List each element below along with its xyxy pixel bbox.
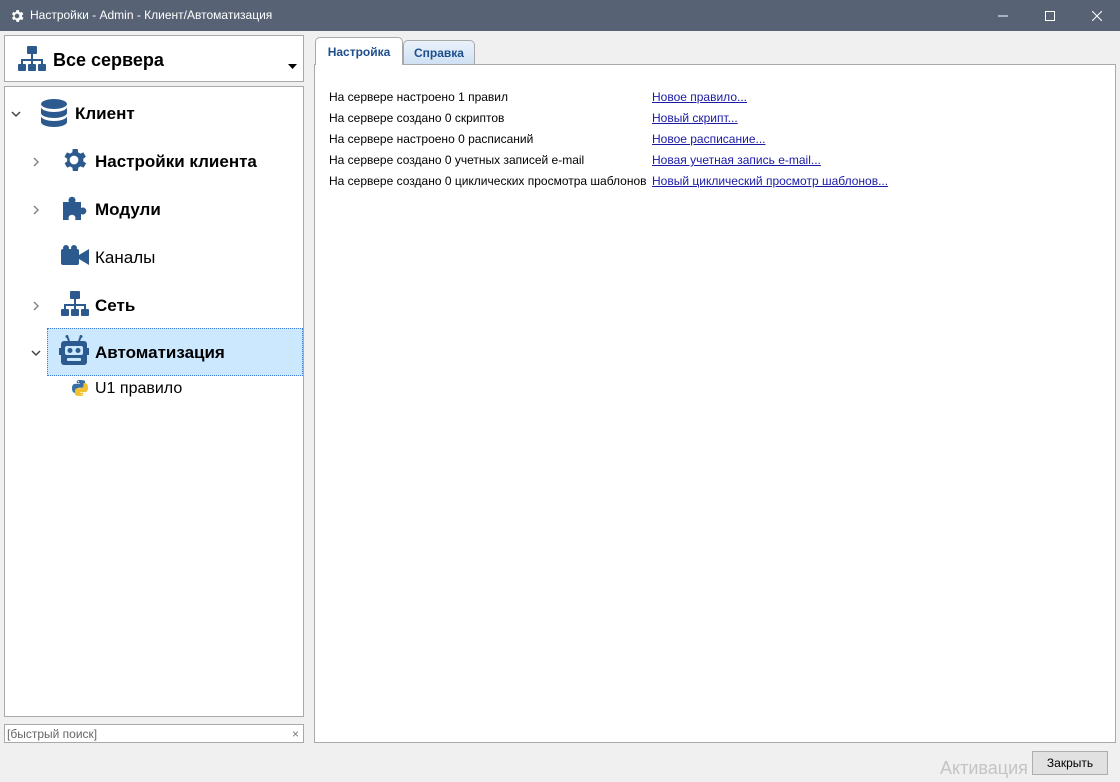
tree-item-client-settings[interactable]: Настройки клиента [5,137,303,185]
tree-item-label: U1 правило [95,380,183,397]
server-selector-label: Все сервера [53,50,164,70]
chevron-down-icon[interactable] [11,106,21,124]
new-schedule-link[interactable]: Новое расписание... [652,132,766,146]
tree-item-label: Клиент [75,104,135,123]
quick-search: × [4,724,304,743]
tree-item-modules[interactable]: Модули [5,185,303,233]
network-icon [18,46,46,77]
network-icon [61,291,89,322]
maximize-button[interactable] [1027,0,1073,31]
summary-text: На сервере настроено 0 расписаний [329,132,534,146]
server-selector[interactable]: Все сервера [4,35,304,82]
tree-item-label: Модули [95,200,161,219]
tab-settings[interactable]: Настройка [315,37,403,65]
tree-item-network[interactable]: Сеть [5,281,303,329]
settings-panel: На сервере настроено 1 правил Новое прав… [314,64,1116,743]
tree-item-u1-rule[interactable]: U1 правило [5,376,303,402]
close-window-button[interactable] [1074,0,1120,31]
tree-item-label: Автоматизация [95,343,225,362]
database-icon [40,99,68,134]
new-email-account-link[interactable]: Новая учетная запись e-mail... [652,153,821,167]
chevron-right-icon[interactable] [31,154,41,172]
new-template-view-link[interactable]: Новый циклический просмотр шаблонов... [652,174,888,188]
navigation-tree: Клиент Настройки клиента Модули Каналы С… [4,86,304,717]
tree-item-label: Сеть [95,296,136,315]
search-input[interactable] [7,726,285,741]
new-script-link[interactable]: Новый скрипт... [652,111,738,125]
tab-help[interactable]: Справка [403,40,475,65]
tree-item-client[interactable]: Клиент [5,89,303,137]
summary-text: На сервере создано 0 скриптов [329,111,505,125]
tree-item-label: Каналы [95,248,156,267]
tree-item-label: Настройки клиента [95,152,257,171]
new-rule-link[interactable]: Новое правило... [652,90,747,104]
gear-icon [59,145,89,180]
puzzle-icon [61,194,89,227]
close-button[interactable]: Закрыть [1032,751,1108,775]
summary-text: На сервере создано 0 циклических просмот… [329,174,647,188]
summary-text: На сервере создано 0 учетных записей e-m… [329,153,585,167]
title-bar: Настройки - Admin - Клиент/Автоматизация [0,0,1120,31]
minimize-button[interactable] [980,0,1026,31]
window-title: Настройки - Admin - Клиент/Автоматизация [30,8,273,22]
tree-item-channels[interactable]: Каналы [5,233,303,281]
summary-text: На сервере настроено 1 правил [329,90,509,104]
chevron-right-icon[interactable] [31,202,41,220]
chevron-down-icon[interactable] [31,345,41,363]
chevron-right-icon[interactable] [31,298,41,316]
robot-icon [59,335,89,372]
camera-icon [61,245,89,272]
chevron-down-icon[interactable] [288,56,297,74]
gear-icon [9,8,25,24]
clear-search-icon[interactable]: × [292,727,299,741]
python-icon [71,379,89,402]
tree-item-automation[interactable]: Автоматизация [5,328,303,376]
